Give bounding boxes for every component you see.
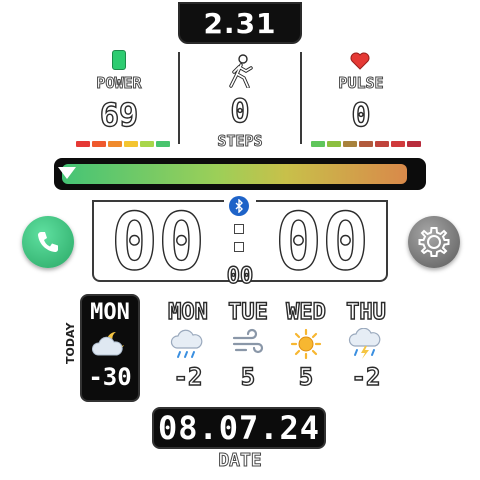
forecast-day[interactable]: TUE 5	[218, 299, 278, 391]
progress-fill	[62, 164, 407, 184]
gear-icon	[418, 227, 450, 257]
sun-icon	[276, 325, 336, 363]
steps-value[interactable]: 0	[200, 91, 280, 130]
night-cloud-icon	[82, 325, 138, 363]
indicator-square	[234, 224, 244, 234]
pulse-value[interactable]: 0	[322, 95, 400, 134]
walking-icon	[224, 54, 256, 89]
scale-segment	[124, 141, 138, 147]
divider-right	[300, 52, 302, 144]
pulse-scale	[311, 141, 421, 147]
forecast-day[interactable]: MON -2	[158, 299, 218, 391]
settings-button[interactable]	[408, 216, 460, 268]
date-value: 08.07.24	[157, 409, 321, 447]
top-value: 2.31	[203, 6, 277, 40]
forecast-day[interactable]: WED 5	[276, 299, 336, 391]
forecast-day[interactable]: THU -2	[336, 299, 396, 391]
scale-segment	[391, 141, 405, 147]
scale-segment	[327, 141, 341, 147]
clock-hours: 00	[110, 198, 205, 288]
progress-pointer-icon	[58, 167, 76, 179]
today-day: MON	[90, 300, 130, 325]
date-label: DATE	[218, 450, 262, 472]
scale-segment	[359, 141, 373, 147]
scale-segment	[343, 141, 357, 147]
forecast-day-label: WED	[285, 299, 326, 325]
forecast-day-label: THU	[345, 299, 386, 325]
forecast-temp: -2	[351, 362, 381, 391]
forecast-temp: 5	[298, 362, 314, 391]
clock-seconds: 00	[226, 263, 254, 289]
phone-button[interactable]	[22, 216, 74, 268]
forecast-day-label: MON	[167, 299, 208, 325]
today-tag: TODAY	[64, 322, 77, 364]
rain-cloud-icon	[158, 325, 218, 363]
phone-icon	[38, 232, 58, 252]
battery-icon	[112, 50, 126, 70]
forecast-temp: 5	[240, 362, 256, 391]
bluetooth-icon	[229, 196, 249, 216]
scale-segment	[108, 141, 122, 147]
today-weather-card[interactable]: MON -30	[80, 294, 140, 402]
indicator-square	[234, 242, 244, 252]
progress-bar	[54, 158, 426, 190]
clock-minutes: 00	[274, 198, 369, 288]
scale-segment	[140, 141, 154, 147]
today-temp: -30	[88, 363, 132, 391]
power-scale	[76, 141, 170, 147]
wind-icon	[218, 325, 278, 363]
power-value[interactable]: 69	[80, 95, 158, 134]
scale-segment	[375, 141, 389, 147]
date-badge[interactable]: 08.07.24	[152, 407, 326, 449]
thunder-rain-icon	[336, 325, 396, 363]
steps-label: STEPS	[217, 132, 263, 151]
scale-segment	[311, 141, 325, 147]
top-value-badge: 2.31	[178, 2, 302, 44]
scale-segment	[76, 141, 90, 147]
pulse-label: PULSE	[338, 74, 384, 93]
scale-segment	[156, 141, 170, 147]
divider-left	[178, 52, 180, 144]
forecast-temp: -2	[173, 362, 203, 391]
forecast-day-label: TUE	[227, 299, 268, 325]
scale-segment	[407, 141, 421, 147]
power-label: POWER	[96, 74, 142, 93]
scale-segment	[92, 141, 106, 147]
heart-icon	[350, 52, 370, 74]
